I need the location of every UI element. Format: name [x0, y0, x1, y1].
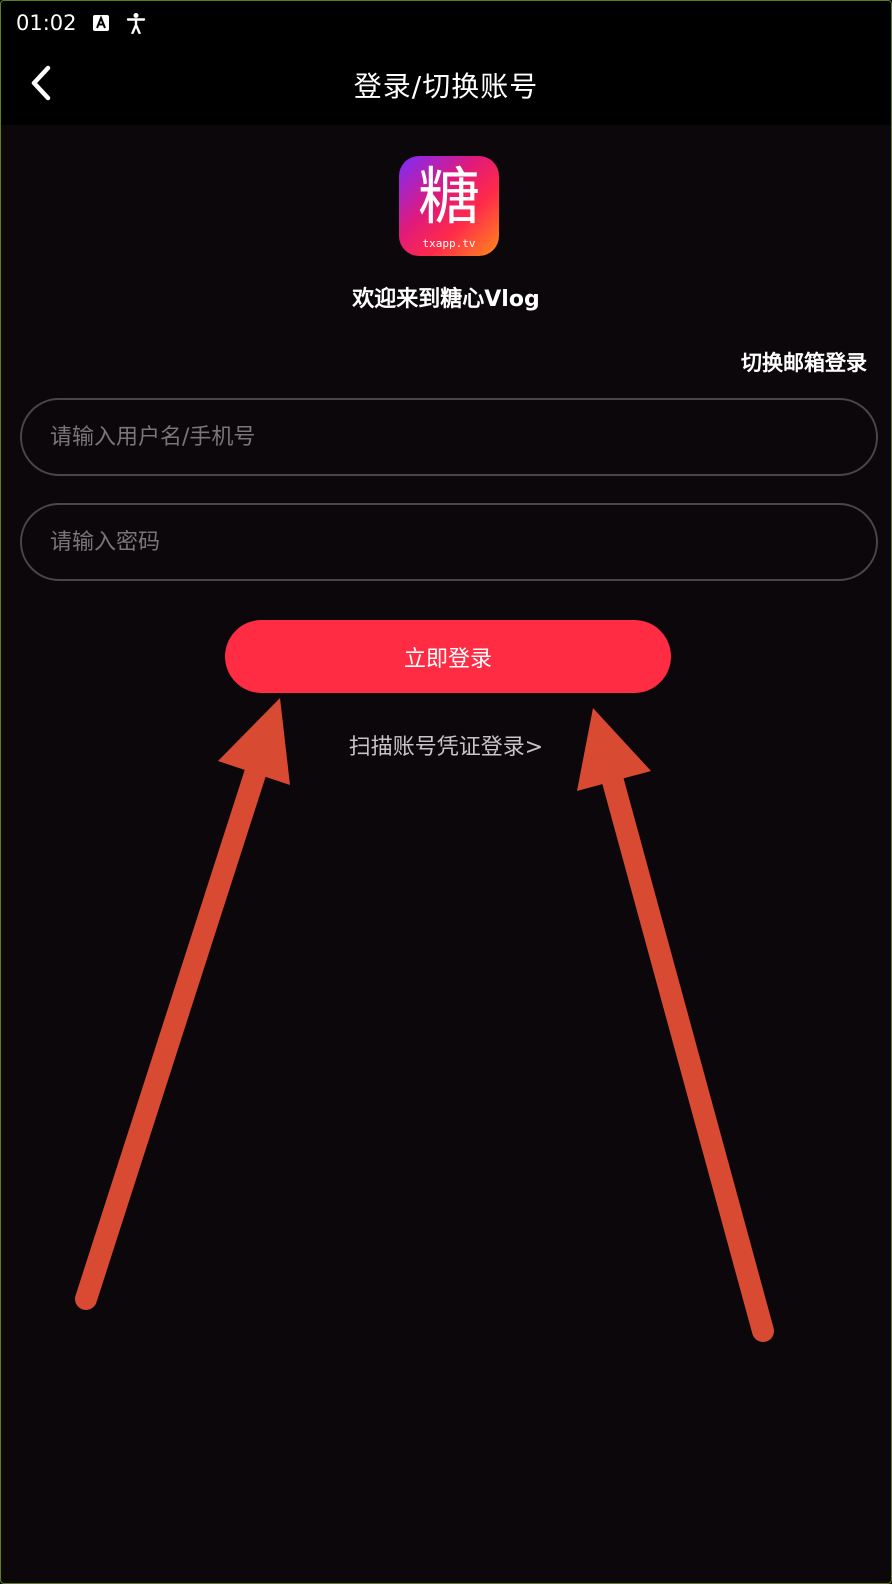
back-button[interactable]: [23, 65, 59, 101]
password-input[interactable]: [50, 529, 876, 555]
login-button[interactable]: 立即登录: [225, 620, 671, 693]
username-input[interactable]: [50, 424, 876, 450]
left-arrow-icon: [75, 698, 290, 1310]
accessibility-icon: [125, 12, 147, 34]
logo-glyph: 糖: [417, 160, 480, 233]
password-field[interactable]: [20, 503, 878, 581]
scan-credential-login-link[interactable]: 扫描账号凭证登录>: [1, 729, 891, 761]
page-title: 登录/切换账号: [353, 70, 539, 103]
welcome-text: 欢迎来到糖心Vlog: [352, 287, 540, 312]
app-frame: 01:02 登录/切换账号 糖 txapp.tv 欢迎来到糖心Vlog 切换邮箱…: [0, 0, 892, 1584]
status-bar: 01:02: [1, 1, 891, 45]
status-time: 01:02: [16, 11, 77, 35]
app-logo: 糖 txapp.tv: [399, 156, 499, 256]
title-bar: 登录/切换账号: [1, 45, 891, 125]
right-arrow-icon: [577, 708, 774, 1342]
logo-subtext: txapp.tv: [422, 237, 476, 250]
a-icon: [91, 13, 111, 33]
username-field[interactable]: [20, 398, 878, 476]
chevron-left-icon: [31, 65, 51, 101]
switch-email-login-link[interactable]: 切换邮箱登录: [741, 347, 867, 377]
